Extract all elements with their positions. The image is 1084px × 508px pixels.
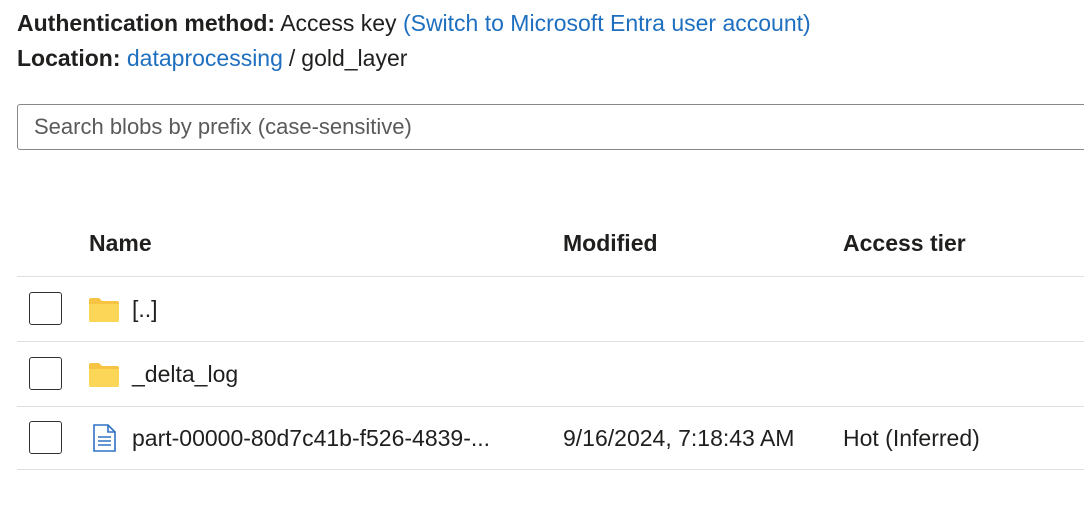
search-blobs-input[interactable] <box>17 104 1084 150</box>
auth-method-line: Authentication method: Access key (Switc… <box>17 9 811 37</box>
table-row[interactable]: [..] <box>17 278 1084 341</box>
breadcrumb-separator: / <box>288 45 296 71</box>
breadcrumb-current-folder: gold_layer <box>301 45 408 71</box>
row-divider <box>17 341 1084 342</box>
auth-method-value: Access key <box>280 10 397 36</box>
table-row[interactable]: _delta_log <box>17 343 1084 406</box>
blob-browser: Authentication method: Access key (Switc… <box>0 0 1084 508</box>
file-icon <box>93 424 116 452</box>
auth-method-label: Authentication method: <box>17 10 276 36</box>
row-checkbox[interactable] <box>29 357 62 390</box>
header-divider <box>17 276 1084 277</box>
column-header-modified[interactable]: Modified <box>563 229 658 257</box>
column-header-name[interactable]: Name <box>89 229 152 257</box>
switch-auth-link[interactable]: (Switch to Microsoft Entra user account) <box>403 10 811 36</box>
table-row[interactable]: part-00000-80d7c41b-f526-4839-... 9/16/2… <box>17 407 1084 470</box>
blob-name[interactable]: _delta_log <box>132 360 238 388</box>
breadcrumb-container-link[interactable]: dataprocessing <box>127 45 283 71</box>
blob-access-tier: Hot (Inferred) <box>843 425 980 451</box>
row-checkbox[interactable] <box>29 421 62 454</box>
folder-icon <box>89 298 119 322</box>
row-checkbox[interactable] <box>29 292 62 325</box>
location-line: Location: dataprocessing / gold_layer <box>17 44 407 72</box>
folder-icon <box>89 363 119 387</box>
location-label: Location: <box>17 45 121 71</box>
row-divider <box>17 469 1084 470</box>
column-header-access-tier[interactable]: Access tier <box>843 229 966 257</box>
blob-name[interactable]: [..] <box>132 295 158 323</box>
blob-modified: 9/16/2024, 7:18:43 AM <box>563 425 795 451</box>
blob-name[interactable]: part-00000-80d7c41b-f526-4839-... <box>132 424 490 452</box>
